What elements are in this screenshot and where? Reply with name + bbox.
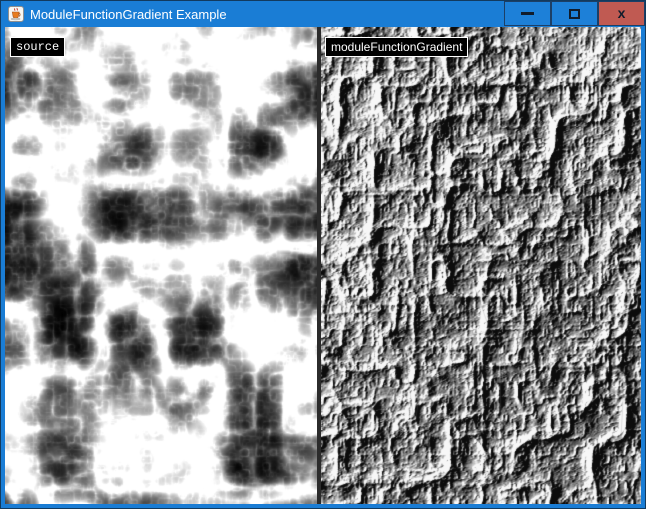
maximize-icon — [569, 9, 580, 19]
window-controls: x — [504, 1, 645, 27]
gradient-noise-image — [321, 27, 641, 504]
minimize-button[interactable] — [504, 1, 551, 26]
java-coffee-cup-icon — [8, 6, 24, 22]
source-noise-image — [5, 27, 317, 504]
maximize-button[interactable] — [551, 1, 598, 26]
gradient-label: moduleFunctionGradient — [325, 37, 468, 57]
close-button[interactable]: x — [598, 1, 645, 26]
titlebar[interactable]: ModuleFunctionGradient Example x — [1, 1, 645, 27]
app-window: ModuleFunctionGradient Example x source … — [0, 0, 646, 509]
minimize-icon — [521, 12, 534, 15]
content-area: source moduleFunctionGradient — [5, 27, 641, 504]
source-label: source — [10, 37, 65, 57]
panel-gradient: moduleFunctionGradient — [321, 27, 641, 504]
panel-source: source — [5, 27, 317, 504]
close-icon: x — [618, 6, 626, 20]
window-title: ModuleFunctionGradient Example — [30, 7, 504, 22]
